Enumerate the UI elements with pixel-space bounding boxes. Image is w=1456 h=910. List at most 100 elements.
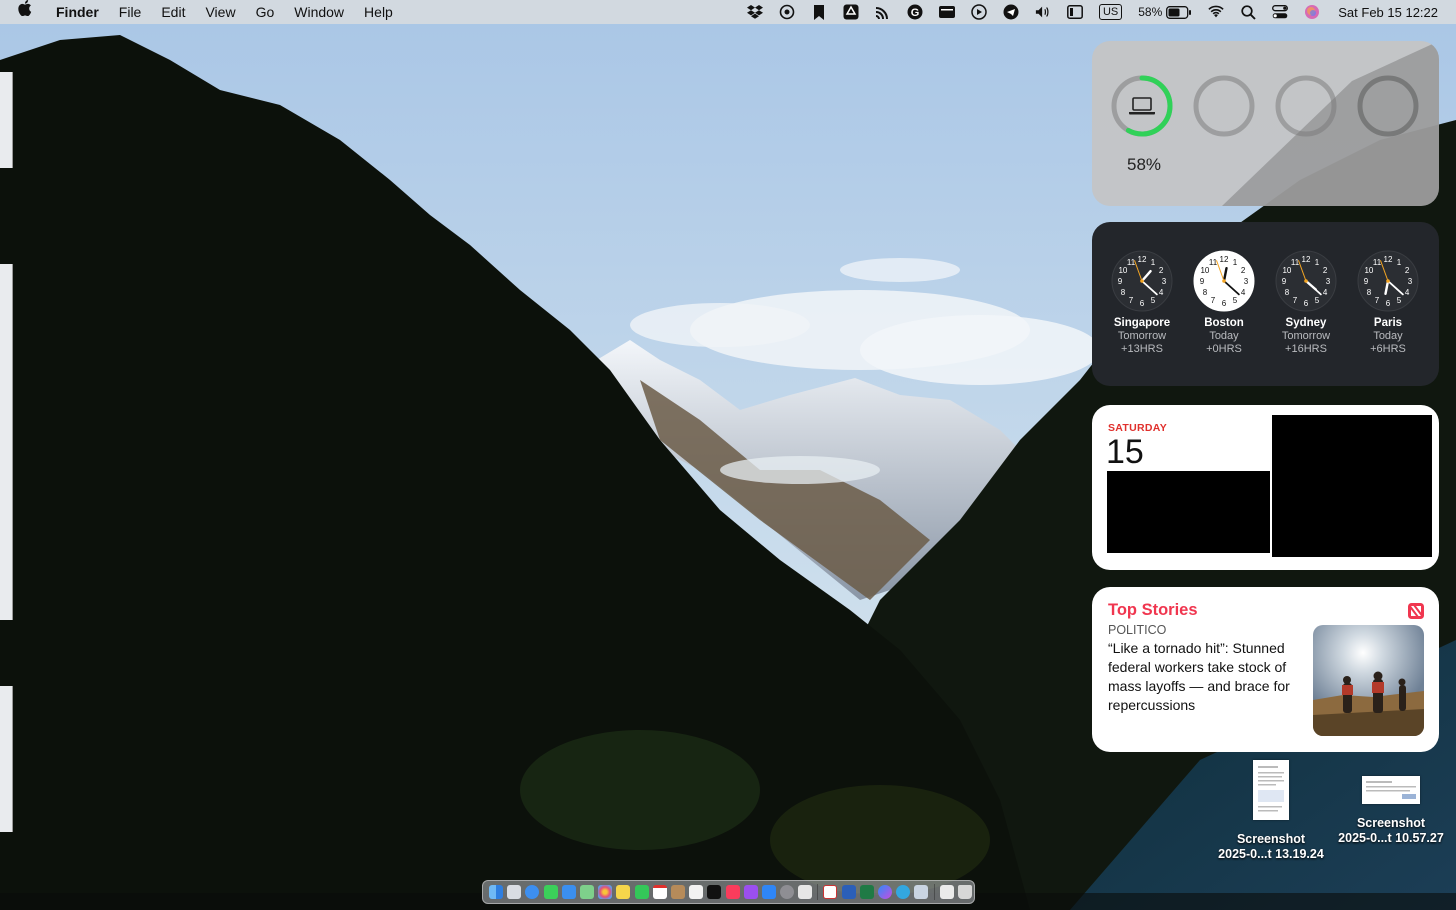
launchpad-icon[interactable] [507,885,522,899]
podcasts-icon[interactable] [743,885,758,899]
svg-text:6: 6 [1304,299,1309,308]
offscreen-window-3[interactable] [0,686,13,832]
volume-icon[interactable] [1035,4,1051,20]
svg-text:6: 6 [1386,299,1391,308]
svg-text:8: 8 [1121,288,1126,297]
cast-icon[interactable] [875,4,891,20]
sidebar-toggle-icon[interactable] [1066,4,1083,20]
clock-offset: +6HRS [1370,342,1406,355]
news-headline[interactable]: “Like a tornado hit”: Stunned federal wo… [1108,639,1304,715]
facetime-icon[interactable] [634,885,649,899]
photos-icon[interactable] [598,885,613,899]
clock-day: Today [1209,330,1239,342]
preview-2-icon[interactable] [914,885,929,899]
word-icon[interactable] [841,885,856,899]
desktop-file-screenshot-1[interactable]: Screenshot 2025-0...t 13.19.24 [1206,760,1336,862]
excel-icon[interactable] [859,885,874,899]
trash-icon[interactable] [957,885,972,899]
calendar-upcoming-redacted [1272,415,1432,557]
clock-city: Singapore [1113,317,1171,329]
world-clock-widget[interactable]: 1 2 3 4 5 6 7 8 9 10 11 12 Singapore Tomorrow +13HR… [1092,222,1439,386]
app-store-icon[interactable] [761,885,776,899]
svg-text:11: 11 [1127,258,1136,267]
clock-offset: +13HRS [1121,342,1163,355]
safari-icon[interactable] [525,885,540,899]
menu-edit[interactable]: Edit [151,0,195,24]
svg-text:5: 5 [1151,296,1156,305]
contacts-icon[interactable] [670,885,685,899]
svg-text:10: 10 [1200,266,1209,275]
menu-go[interactable]: Go [246,0,285,24]
siri-icon[interactable] [1304,4,1320,20]
svg-text:2: 2 [1159,266,1164,275]
clock-face: 1234567891011 12 [1111,250,1173,312]
menu-file[interactable]: File [109,0,152,24]
menu-clock[interactable]: Sat Feb 15 12:22 [1338,5,1438,20]
svg-text:2: 2 [1323,266,1328,275]
calendar-events-redacted [1107,471,1270,553]
spotlight-search-icon[interactable] [1240,4,1256,20]
svg-text:8: 8 [1203,288,1208,297]
svg-text:8: 8 [1367,288,1372,297]
svg-text:G: G [911,7,920,19]
desktop-file-screenshot-2[interactable]: Screenshot 2025-0...t 10.57.27 [1326,760,1456,846]
notes-icon[interactable] [616,885,631,899]
finder-icon[interactable] [489,885,504,899]
menu-view[interactable]: View [195,0,245,24]
preview-icon[interactable] [798,885,813,899]
music-icon[interactable] [725,885,740,899]
clapperboard-icon[interactable] [938,4,955,20]
google-drive-icon[interactable] [843,4,859,20]
bookmark-icon[interactable] [811,4,827,20]
svg-text:7: 7 [1293,296,1298,305]
news-widget[interactable]: Top Stories POLITICO “Like a tornado hit… [1092,587,1439,752]
svg-text:10: 10 [1282,266,1291,275]
news-thumbnail[interactable] [1313,625,1424,736]
messenger-icon[interactable] [878,885,893,899]
play-circle-icon[interactable] [971,4,987,20]
svg-text:11: 11 [1291,258,1300,267]
svg-text:7: 7 [1211,296,1216,305]
svg-text:12: 12 [1138,255,1147,264]
maps-icon[interactable] [580,885,595,899]
keyboard-input-indicator[interactable]: US [1098,4,1123,20]
news-heading: Top Stories [1108,601,1198,619]
menu-help[interactable]: Help [354,0,403,24]
svg-text:12: 12 [1220,255,1229,264]
zotero-icon[interactable] [823,885,838,899]
battery-percent-text[interactable]: 58% [1138,5,1162,19]
offscreen-window-1[interactable] [0,72,13,168]
reminders-icon[interactable] [689,885,704,899]
dropbox-icon[interactable] [746,4,763,20]
messages-icon[interactable] [543,885,558,899]
clock-offset: +16HRS [1285,342,1327,355]
wifi-icon[interactable] [1208,4,1224,20]
mail-icon[interactable] [561,885,576,899]
svg-text:6: 6 [1140,299,1145,308]
telegram-icon[interactable] [1003,4,1019,20]
tv-icon[interactable] [707,885,722,899]
grammarly-icon[interactable]: G [907,4,923,20]
svg-text:10: 10 [1118,266,1127,275]
svg-text:11: 11 [1373,258,1382,267]
vpn-status-icon[interactable] [779,4,795,20]
battery-icon[interactable] [1166,4,1192,20]
svg-text:2: 2 [1405,266,1410,275]
svg-text:5: 5 [1315,296,1320,305]
app-name-menu[interactable]: Finder [46,0,109,24]
svg-text:4: 4 [1405,288,1410,297]
control-center-icon[interactable] [1272,4,1289,20]
menu-window[interactable]: Window [284,0,354,24]
apple-logo-icon[interactable] [0,0,46,24]
svg-text:3: 3 [1244,277,1249,286]
telegram-app-icon[interactable] [896,885,911,899]
calendar-icon[interactable] [652,885,667,899]
menu-bar: Finder File Edit View Go Window Help G U… [0,0,1456,24]
system-settings-icon[interactable] [780,885,795,899]
offscreen-window-2[interactable] [0,264,13,620]
file-name-line2: 2025-0...t 10.57.27 [1338,831,1444,845]
battery-ring-empty-1 [1193,75,1255,137]
calendar-widget[interactable]: SATURDAY 15 [1092,405,1439,570]
documents-folder-icon[interactable] [939,885,954,899]
batteries-widget[interactable]: 58% [1092,41,1439,206]
